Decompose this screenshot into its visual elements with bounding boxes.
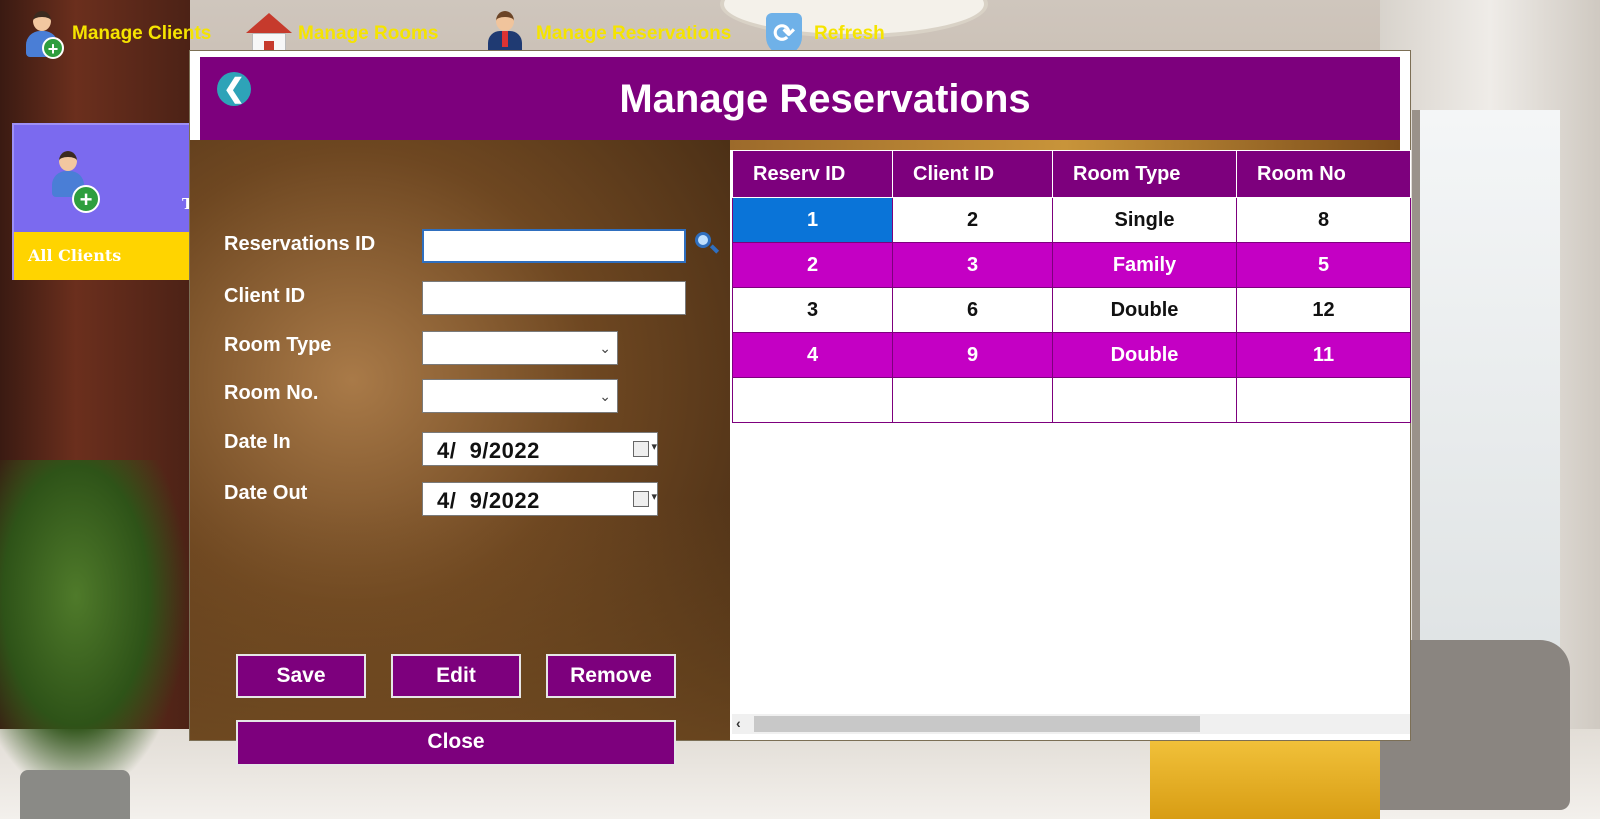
- table-cell[interactable]: 4: [732, 332, 893, 378]
- page-title: Manage Reservations: [619, 77, 1031, 121]
- horizontal-scrollbar[interactable]: ‹: [732, 714, 1410, 734]
- background-plant-pot: [20, 770, 130, 819]
- table-cell[interactable]: [892, 377, 1053, 423]
- chevron-down-icon: ⌄: [599, 388, 611, 404]
- client-id-label: Client ID: [224, 285, 306, 307]
- remove-button[interactable]: Remove: [546, 654, 676, 698]
- menu-manage-reservations-label: Manage Reservations: [536, 23, 732, 44]
- scrollbar-thumb[interactable]: [754, 716, 1200, 732]
- room-type-select[interactable]: ⌄: [422, 331, 618, 365]
- table-cell[interactable]: 12: [1236, 287, 1411, 333]
- table-row[interactable]: 4 9 Double 11: [732, 332, 1411, 378]
- date-in-value: 4/ 9/2022: [437, 438, 540, 463]
- reservation-id-input[interactable]: [422, 229, 686, 263]
- table-cell[interactable]: 8: [1236, 197, 1411, 243]
- column-header-room-type[interactable]: Room Type: [1052, 150, 1237, 198]
- background-desk: [1150, 740, 1380, 819]
- reservation-id-label: Reservations ID: [224, 233, 376, 255]
- header-divider: [730, 140, 1400, 150]
- table-cell[interactable]: Single: [1052, 197, 1237, 243]
- dropdown-caret-icon: ▾: [651, 441, 657, 453]
- date-out-picker[interactable]: 4/ 9/2022 ▾: [422, 482, 658, 516]
- dropdown-caret-icon: ▾: [651, 491, 657, 503]
- date-out-label: Date Out: [224, 482, 308, 504]
- table-cell[interactable]: 3: [892, 242, 1053, 288]
- add-client-icon: +: [40, 147, 100, 213]
- scroll-left-icon[interactable]: ‹: [736, 715, 741, 731]
- room-no-label: Room No.: [224, 382, 319, 404]
- table-cell[interactable]: [1236, 377, 1411, 423]
- menu-manage-clients[interactable]: + Manage Clients: [18, 8, 211, 60]
- background-window: [1412, 110, 1560, 670]
- table-cell[interactable]: 3: [732, 287, 893, 333]
- table-cell[interactable]: 5: [1236, 242, 1411, 288]
- add-client-icon: +: [18, 9, 66, 59]
- date-in-label: Date In: [224, 431, 291, 453]
- table-cell[interactable]: [1052, 377, 1237, 423]
- close-button[interactable]: Close: [236, 720, 676, 766]
- all-clients-label: All Clients: [28, 246, 122, 265]
- form-panel: Reservations ID Client ID Room Type ⌄ Ro…: [190, 140, 730, 766]
- table-cell[interactable]: Double: [1052, 332, 1237, 378]
- client-id-input[interactable]: [422, 281, 686, 315]
- table-cell[interactable]: Double: [1052, 287, 1237, 333]
- room-no-select[interactable]: ⌄: [422, 379, 618, 413]
- column-header-room-no[interactable]: Room No: [1236, 150, 1411, 198]
- table-cell[interactable]: 6: [892, 287, 1053, 333]
- table-row[interactable]: 3 6 Double 12: [732, 287, 1411, 333]
- table-cell[interactable]: [732, 377, 893, 423]
- table-cell[interactable]: Family: [1052, 242, 1237, 288]
- table-cell[interactable]: 9: [892, 332, 1053, 378]
- background-plant: [0, 460, 190, 800]
- reservations-grid[interactable]: Reserv ID Client ID Room Type Room No 1 …: [732, 150, 1411, 733]
- save-button[interactable]: Save: [236, 654, 366, 698]
- search-icon[interactable]: [693, 230, 721, 258]
- calendar-icon[interactable]: [633, 441, 649, 457]
- menu-manage-clients-label: Manage Clients: [72, 23, 212, 44]
- column-header-reserv-id[interactable]: Reserv ID: [732, 150, 893, 198]
- all-clients-bar[interactable]: All Clients: [14, 232, 214, 280]
- table-cell[interactable]: 2: [732, 242, 893, 288]
- menu-refresh-label: Refresh: [814, 23, 885, 44]
- window-header: ❮ Manage Reservations: [200, 57, 1400, 140]
- calendar-icon[interactable]: [633, 491, 649, 507]
- table-cell[interactable]: 1: [732, 197, 893, 243]
- chevron-down-icon: ⌄: [599, 340, 611, 356]
- column-header-client-id[interactable]: Client ID: [892, 150, 1053, 198]
- reservations-table: Reserv ID Client ID Room Type Room No 1 …: [732, 150, 1411, 423]
- table-row[interactable]: 1 2 Single 8: [732, 197, 1411, 243]
- date-out-value: 4/ 9/2022: [437, 488, 540, 513]
- table-header-row: Reserv ID Client ID Room Type Room No: [732, 150, 1411, 198]
- menu-manage-rooms-label: Manage Rooms: [298, 23, 439, 44]
- date-in-picker[interactable]: 4/ 9/2022 ▾: [422, 432, 658, 466]
- room-type-label: Room Type: [224, 334, 332, 356]
- table-new-row[interactable]: [732, 377, 1411, 423]
- client-tile[interactable]: + T All Clients: [12, 123, 214, 280]
- table-row[interactable]: 2 3 Family 5: [732, 242, 1411, 288]
- table-cell[interactable]: 2: [892, 197, 1053, 243]
- table-cell[interactable]: 11: [1236, 332, 1411, 378]
- edit-button[interactable]: Edit: [391, 654, 521, 698]
- manage-reservations-window: Reservations ID Client ID Room Type ⌄ Ro…: [190, 51, 1411, 766]
